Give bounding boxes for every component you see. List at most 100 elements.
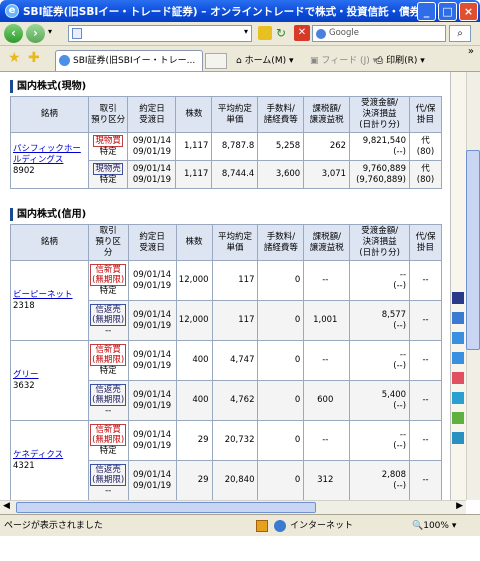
tax-value: 1,001 <box>313 315 338 325</box>
fee-cell: 0 <box>257 260 305 301</box>
table-row: ケネディクス 4321 信新買 (無期限) 特定 09/01/14 09/01/19 2… <box>10 420 442 500</box>
trade-type-cell: 信新買 (無期限) 特定 <box>87 340 129 381</box>
trade-type-badge: 現物売 <box>93 163 123 175</box>
stock-cell: パシフィックホールディングス 8902 <box>10 132 89 189</box>
header-cell: 株数 <box>175 224 213 261</box>
refresh-icon[interactable]: ↻ <box>276 26 286 40</box>
table-header-row: 銘柄 取引 預り区分 約定日 受渡日 株数 平均約定 単価 手数料/ 諸経費等 … <box>10 96 442 133</box>
window-title: SBI証券(旧SBIイー・トレード証券) – オンライントレードで株式・投資信託… <box>23 5 417 18</box>
trade-date: 09/01/14 <box>132 469 172 480</box>
stock-link[interactable]: グリー <box>13 370 88 381</box>
trade-type-badge: 現物買 <box>93 135 123 147</box>
kakeme-value: (80) <box>416 174 435 185</box>
google-icon <box>316 29 326 39</box>
stock-cell: ケネディクス 4321 <box>10 420 89 500</box>
side-link-icon[interactable] <box>452 352 464 364</box>
side-link-icon[interactable] <box>452 412 464 424</box>
security-zone-icon <box>256 520 268 532</box>
maximize-button[interactable]: □ <box>438 1 457 21</box>
search-input[interactable]: Google <box>312 25 446 42</box>
margin-stock-table: 銘柄 取引 預り区 分 約定日 受渡日 株数 平均約定 単価 手数料/ 諸経費等… <box>10 224 442 500</box>
history-dropdown-icon[interactable]: ▾ <box>48 27 52 36</box>
date-cell: 09/01/14 09/01/19 <box>127 260 177 301</box>
shares-cell: 12,000 <box>175 260 213 301</box>
side-link-icon[interactable] <box>452 372 464 384</box>
print-button[interactable]: ⎙ 印刷(R) ▾ <box>376 53 425 66</box>
favorites-star-icon[interactable]: ★ <box>8 50 21 66</box>
search-button[interactable]: ⌕ <box>449 25 471 42</box>
pl-value: (9,760,889) <box>356 174 406 185</box>
address-dropdown-icon[interactable]: ▾ <box>244 27 248 36</box>
amount-cell: -- (--) <box>349 420 411 461</box>
trade-type-text: 信新買 <box>95 425 121 435</box>
page-content: 国内株式(現物) 銘柄 取引 預り区分 約定日 受渡日 株数 平均約定 単価 手… <box>0 72 450 500</box>
forward-button[interactable]: › <box>26 24 45 43</box>
tax-value: 600 <box>317 395 334 405</box>
header-cell: 平均約定 単価 <box>211 96 259 133</box>
deposit-type: 特定 <box>99 175 117 185</box>
shares-cell: 400 <box>175 380 213 421</box>
side-link-icon[interactable] <box>452 392 464 404</box>
deposit-type: 特定 <box>99 286 117 296</box>
home-icon: ⌂ <box>236 56 245 66</box>
page-icon <box>72 28 82 39</box>
home-button[interactable]: ⌂ ホーム(M) ▾ <box>236 53 294 66</box>
trade-type-cell: 信返売 (無期限) -- <box>87 380 129 421</box>
kakeme-cell: -- <box>409 380 442 421</box>
amount-value: 2,808 <box>381 469 407 480</box>
stock-link[interactable]: パシフィックホールディングス <box>13 144 88 166</box>
zone-text: インターネット <box>290 521 354 531</box>
tax-value: -- <box>322 355 329 365</box>
scroll-right-icon[interactable]: ▶ <box>456 501 463 511</box>
tax-cell: 3,071 <box>303 160 351 189</box>
address-input[interactable] <box>68 25 252 42</box>
kakeme-cell: -- <box>409 460 442 500</box>
trade-type-cell: 信新買 (無期限) 特定 <box>87 420 129 461</box>
trade-type-badge: 信返売 (無期限) <box>90 464 127 486</box>
more-tools-button[interactable]: » <box>468 46 474 57</box>
tax-cell: 262 <box>303 132 351 161</box>
scroll-left-icon[interactable]: ◀ <box>3 501 10 511</box>
side-link-icon[interactable] <box>452 432 464 444</box>
back-button[interactable]: ‹ <box>4 24 23 43</box>
pl-value: (--) <box>393 320 407 331</box>
stock-link[interactable]: ケネディクス <box>13 450 88 461</box>
section-title-margin: 国内株式(信用) <box>10 208 86 221</box>
trade-date: 09/01/14 <box>132 309 172 320</box>
stock-link[interactable]: ビーピーネット <box>13 290 88 301</box>
tab-sbi[interactable]: SBI証券(旧SBIイー・トレー... <box>55 50 203 71</box>
stock-code: 8902 <box>13 166 35 176</box>
header-cell: 平均約定 単価 <box>211 224 259 261</box>
print-icon: ⎙ <box>376 56 387 66</box>
stock-code: 3632 <box>13 380 35 391</box>
side-link-icon[interactable] <box>452 312 464 324</box>
tax-value: 312 <box>317 475 334 485</box>
header-cell: 約定日 受渡日 <box>127 96 177 133</box>
amount-value: 8,577 <box>381 309 407 320</box>
fee-cell: 3,600 <box>257 160 305 189</box>
status-text: ページが表示されました <box>4 521 103 531</box>
feed-button[interactable]: ▣ フィード (J) ▾ <box>310 53 377 66</box>
side-link-icon[interactable] <box>452 332 464 344</box>
zoom-control[interactable]: 🔍100% ▾ <box>412 515 456 537</box>
lock-icon[interactable] <box>258 26 272 40</box>
settle-date: 09/01/19 <box>132 480 172 491</box>
add-favorite-icon[interactable]: ✚ <box>28 50 40 66</box>
minimize-button[interactable]: _ <box>417 1 436 21</box>
kakeme-cell: 代 (80) <box>409 132 442 161</box>
settle-date: 09/01/19 <box>132 400 172 411</box>
fee-cell: 5,258 <box>257 132 305 161</box>
kakeme-value: (80) <box>416 146 435 157</box>
trade-type-text: 信新買 <box>95 345 121 355</box>
new-tab-button[interactable] <box>205 53 227 69</box>
deposit-type: -- <box>105 486 112 496</box>
price-cell: 4,747 <box>211 340 259 381</box>
horizontal-scroll-thumb[interactable] <box>16 502 316 513</box>
deposit-type: -- <box>105 406 112 416</box>
stop-icon[interactable]: ✕ <box>294 25 310 41</box>
vertical-scroll-thumb[interactable] <box>466 150 480 350</box>
desktop-background <box>0 536 480 561</box>
header-cell: 受渡金額/ 決済損益 (日計り分) <box>349 96 410 133</box>
shares-cell: 29 <box>175 460 213 500</box>
close-button[interactable]: × <box>459 1 478 21</box>
